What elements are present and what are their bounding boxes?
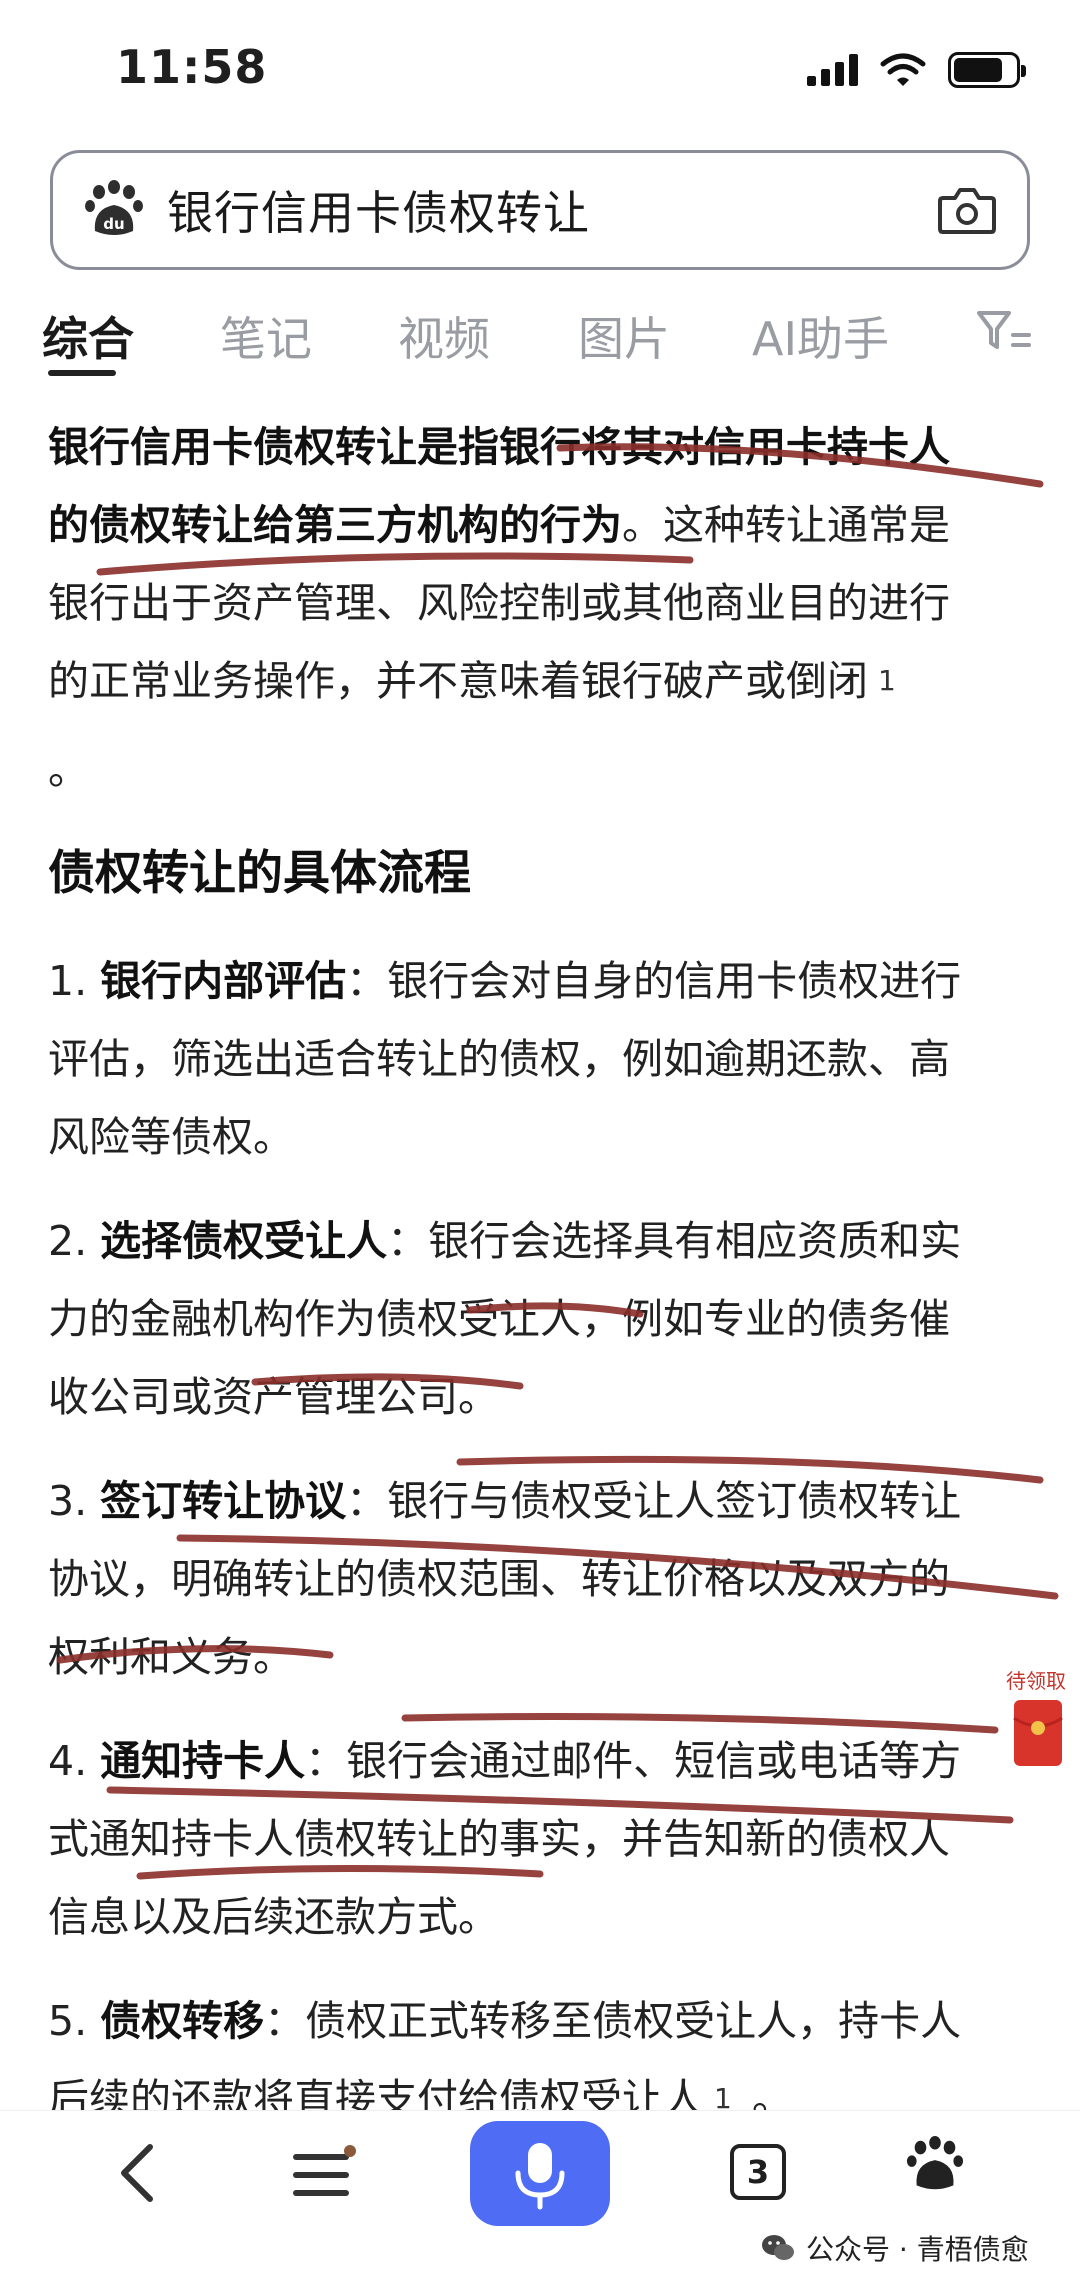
list-item: 3. 签订转让协议：银行与债权受让人签订债权转让 协议，明确转让的债权范围、转让… xyxy=(48,1462,1038,1696)
intro-line: 银行出于资产管理、风险控制或其他商业目的进行 xyxy=(48,579,950,627)
answer-content: 银行信用卡债权转让是指银行将其对信用卡持卡人 的债权转让给第三方机构的行为。这种… xyxy=(48,408,1038,2164)
wechat-icon xyxy=(762,2235,794,2260)
step-text: 力的金融机构作为债权受让人，例如专业的债务催 xyxy=(48,1295,950,1343)
svg-text:du: du xyxy=(103,215,124,233)
list-item: 2. 选择债权受让人：银行会选择具有相应资质和实 力的金融机构作为债权受让人，例… xyxy=(48,1202,1038,1436)
tab-videos[interactable]: 视频 xyxy=(398,303,490,369)
intro-text: 的正常业务操作，并不意味着银行破产或倒闭 xyxy=(48,657,868,705)
wifi-icon xyxy=(880,53,926,86)
tabs-count-button[interactable]: 3 xyxy=(730,2144,786,2200)
citation-marker[interactable]: 1 xyxy=(878,664,896,697)
step-text: 收公司或资产管理公司。 xyxy=(48,1373,499,1421)
section-title: 债权转让的具体流程 xyxy=(48,846,471,901)
cellular-signal-icon xyxy=(807,54,858,86)
baidu-paw-icon[interactable] xyxy=(905,2135,965,2195)
step-number: 3. xyxy=(48,1477,88,1525)
step-text: ：债权正式转移至债权受让人，持卡人 xyxy=(264,1997,962,2045)
filter-icon[interactable] xyxy=(975,307,1033,355)
intro-line: 的债权转让给第三方机构的行为。这种转让通常是 xyxy=(48,486,1038,564)
red-envelope-badge[interactable]: 待领取 xyxy=(1000,1665,1072,1780)
intro-period: 。 xyxy=(48,746,89,794)
tab-all[interactable]: 综合 xyxy=(42,303,134,369)
step-title: 通知持卡人 xyxy=(100,1737,306,1785)
step-text: 风险等债权。 xyxy=(48,1113,294,1161)
step-title: 选择债权受让人 xyxy=(100,1217,388,1265)
search-bar[interactable]: du 银行信用卡债权转让 xyxy=(50,150,1030,270)
back-arrow-icon[interactable] xyxy=(112,2141,162,2205)
baidu-paw-icon: du xyxy=(85,180,143,235)
step-text: 权利和义务。 xyxy=(48,1633,294,1681)
status-bar: 11:58 xyxy=(0,0,1080,140)
voice-search-button[interactable] xyxy=(470,2121,610,2226)
list-item: 1. 银行内部评估：银行会对自身的信用卡债权进行 评估，筛选出适合转让的债权，例… xyxy=(48,942,1038,1176)
step-text: ：银行会通过邮件、短信或电话等方 xyxy=(305,1737,962,1785)
menu-icon[interactable] xyxy=(290,2145,360,2205)
step-title: 债权转移 xyxy=(100,1997,265,2045)
search-input[interactable]: 银行信用卡债权转让 xyxy=(167,177,937,243)
search-tabs: 综合 笔记 视频 图片 AI助手 xyxy=(0,285,1080,385)
step-number: 2. xyxy=(48,1217,88,1265)
step-text: ：银行会对自身的信用卡债权进行 xyxy=(346,957,962,1005)
tab-notes[interactable]: 笔记 xyxy=(220,303,312,369)
step-number: 1. xyxy=(48,957,88,1005)
step-title: 签订转让协议 xyxy=(100,1477,347,1525)
step-text: 信息以及后续还款方式。 xyxy=(48,1893,499,1941)
battery-icon xyxy=(948,52,1026,88)
step-text: 评估，筛选出适合转让的债权，例如逾期还款、高 xyxy=(48,1035,950,1083)
intro-line: 银行信用卡债权转让是指银行将其对信用卡持卡人 xyxy=(48,423,950,471)
camera-icon[interactable] xyxy=(937,184,997,236)
watermark-text: 公众号 · 青梧债愈 xyxy=(806,2233,1029,2266)
intro-line: 的正常业务操作，并不意味着银行破产或倒闭 1 xyxy=(48,642,1038,720)
microphone-icon xyxy=(515,2143,565,2210)
status-time: 11:58 xyxy=(116,40,268,94)
step-text: 式通知持卡人债权转让的事实，并告知新的债权人 xyxy=(48,1815,950,1863)
status-icons xyxy=(807,52,1026,88)
tab-ai-assistant[interactable]: AI助手 xyxy=(752,303,889,369)
intro-text: 。这种转让通常是 xyxy=(622,501,950,549)
tab-images[interactable]: 图片 xyxy=(578,303,670,369)
step-number: 5. xyxy=(48,1997,88,2045)
intro-highlight: 的债权转让给第三方机构的行为 xyxy=(48,501,622,549)
active-tab-indicator xyxy=(48,370,116,376)
watermark: 公众号 · 青梧债愈 xyxy=(760,2228,1029,2268)
step-text: 协议，明确转让的债权范围、转让价格以及双方的 xyxy=(48,1555,950,1603)
step-text: ：银行与债权受让人签订债权转让 xyxy=(346,1477,962,1525)
red-envelope-icon xyxy=(1013,1700,1063,1766)
step-text: ：银行会选择具有相应资质和实 xyxy=(387,1217,962,1265)
intro-paragraph: 银行信用卡债权转让是指银行将其对信用卡持卡人 的债权转让给第三方机构的行为。这种… xyxy=(48,408,1038,820)
step-number: 4. xyxy=(48,1737,88,1785)
list-item: 4. 通知持卡人：银行会通过邮件、短信或电话等方 式通知持卡人债权转让的事实，并… xyxy=(48,1722,1038,1956)
step-title: 银行内部评估 xyxy=(100,957,347,1005)
